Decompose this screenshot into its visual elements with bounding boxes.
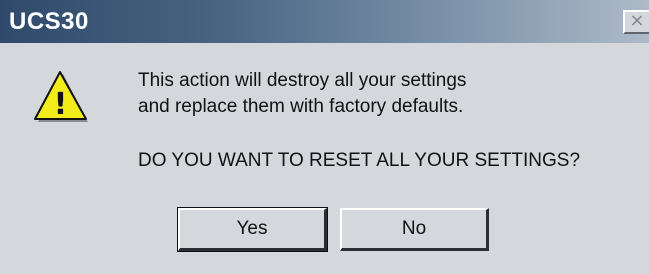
no-button[interactable]: No <box>340 208 489 251</box>
message-line-1: This action will destroy all your settin… <box>138 70 467 91</box>
window-title: UCS30 <box>9 8 89 35</box>
message-line-2: and replace them with factory defaults. <box>138 96 464 117</box>
confirmation-question: DO YOU WANT TO RESET ALL YOUR SETTINGS? <box>138 150 581 171</box>
close-button[interactable]: × <box>623 10 649 34</box>
warning-icon: ! <box>34 71 88 122</box>
yes-button[interactable]: Yes <box>177 207 328 252</box>
warning-exclamation: ! <box>54 87 68 122</box>
title-bar[interactable]: UCS30 × <box>0 0 649 43</box>
close-icon: × <box>629 10 645 31</box>
dialog-window: UCS30 × ! This action will destroy all y… <box>0 0 649 274</box>
